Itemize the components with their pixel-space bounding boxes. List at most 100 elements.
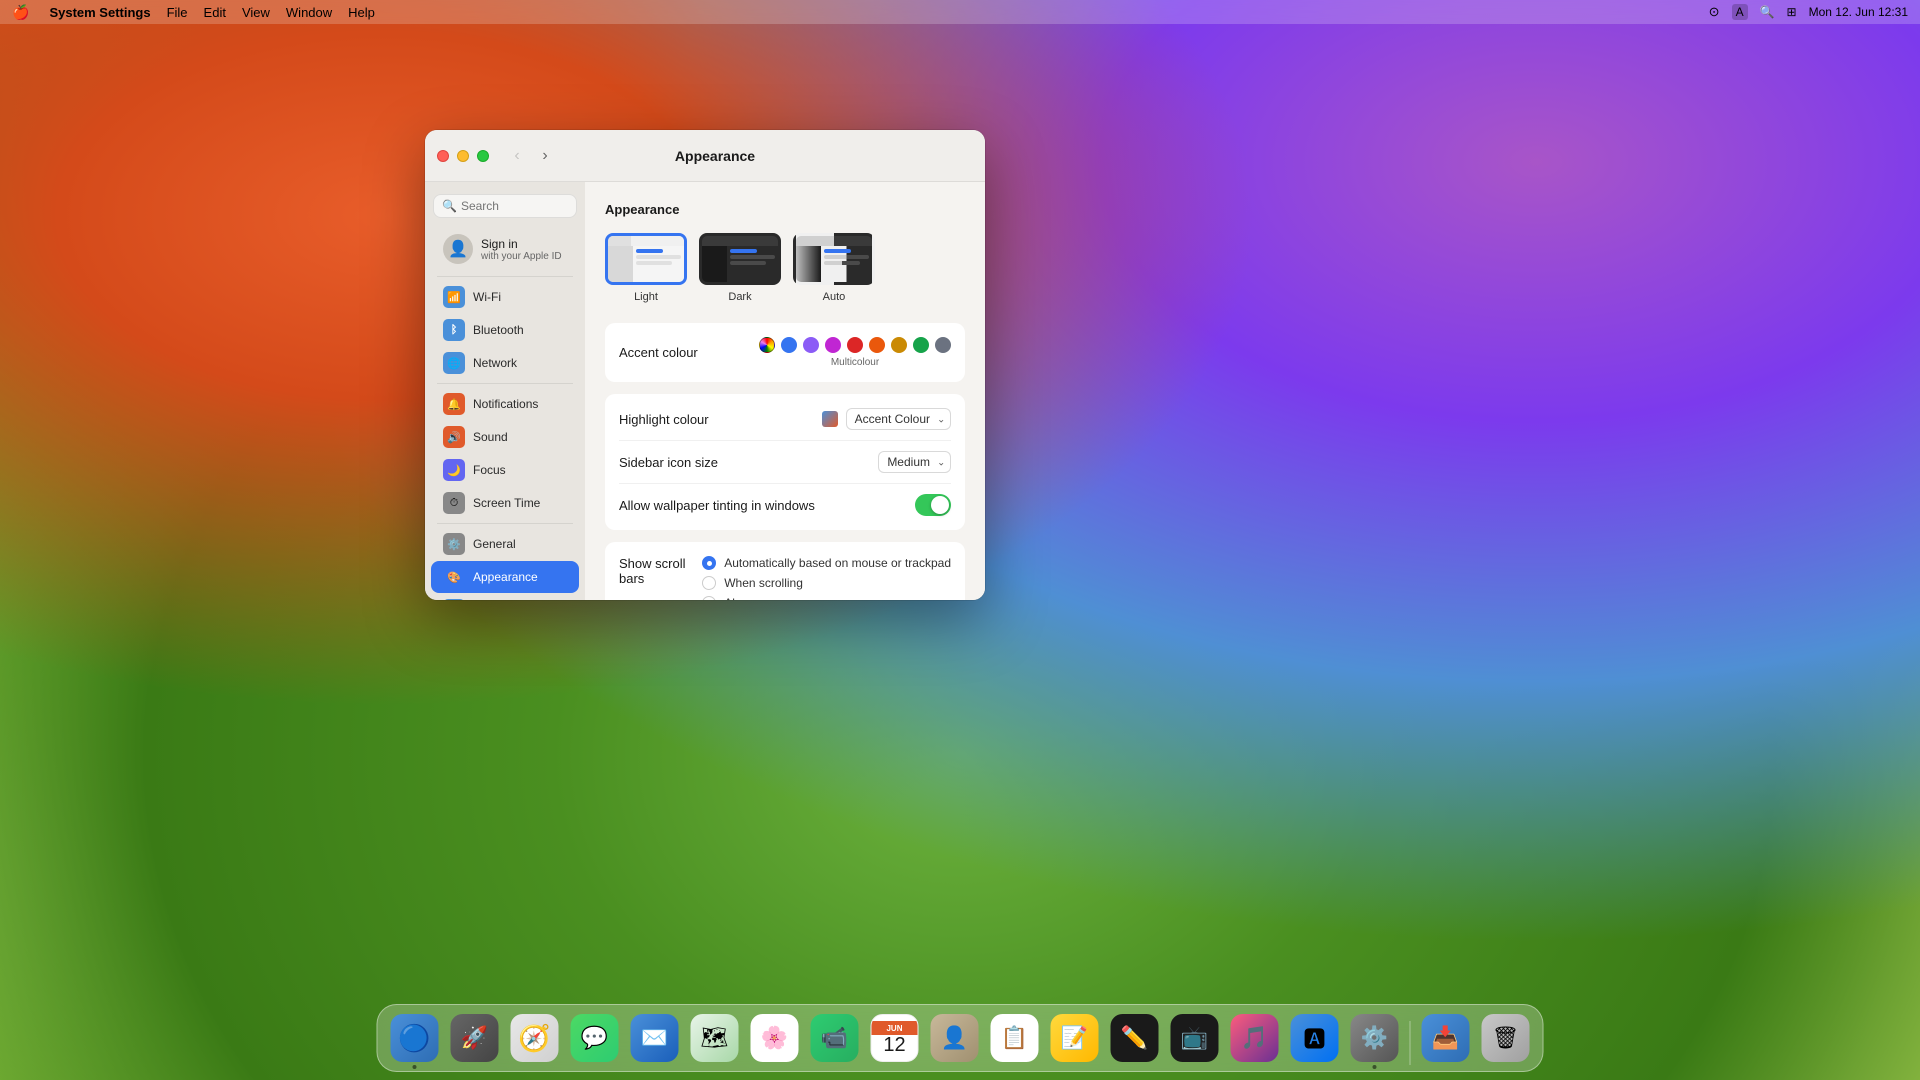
dock-item-calendar[interactable]: JUN 12 (868, 1011, 922, 1065)
light-mode-preview (605, 233, 687, 285)
dock-item-facetime[interactable]: 📹 (808, 1011, 862, 1065)
window-title: Appearance (557, 148, 873, 164)
dock-item-safari[interactable]: 🧭 (508, 1011, 562, 1065)
sidebar-item-general[interactable]: ⚙️ General (431, 528, 579, 560)
bluetooth-icon: ᛒ (443, 319, 465, 341)
dock-item-maps[interactable]: 🗺 (688, 1011, 742, 1065)
minimize-button[interactable] (457, 150, 469, 162)
scrollbars-row: Show scroll bars Automatically based on … (619, 546, 951, 600)
menu-view[interactable]: View (242, 5, 270, 20)
apple-menu[interactable]: 🍎 (12, 4, 29, 21)
color-purple[interactable] (803, 337, 819, 353)
accent-colour-label: Accent colour (619, 345, 759, 360)
dock-item-trash[interactable]: 🗑 (1479, 1011, 1533, 1065)
auto-mode-label: Auto (823, 291, 846, 303)
highlight-colour-row: Highlight colour Accent Colour (619, 398, 951, 441)
auto-mode-preview (793, 233, 875, 285)
sidebar-item-bluetooth[interactable]: ᛒ Bluetooth (431, 314, 579, 346)
forward-button[interactable]: › (533, 144, 557, 168)
window-body: 🔍 👤 Sign in with your Apple ID 📶 Wi-Fi (425, 182, 985, 600)
color-red[interactable] (847, 337, 863, 353)
dock-item-launchpad[interactable]: 🚀 (448, 1011, 502, 1065)
menu-file[interactable]: File (167, 5, 188, 20)
menubar-icon-1[interactable]: ⊙ (1709, 4, 1720, 20)
dock-item-contacts[interactable]: 👤 (928, 1011, 982, 1065)
dark-mode-label: Dark (728, 291, 751, 303)
dock-item-reminders[interactable]: 📋 (988, 1011, 1042, 1065)
highlight-colour-select[interactable]: Accent Colour (846, 408, 951, 430)
color-dots (759, 337, 951, 353)
menubar-search-icon[interactable]: 🔍 (1760, 5, 1775, 19)
color-green[interactable] (913, 337, 929, 353)
sidebar-icon-size-value: Medium (878, 451, 951, 473)
maximize-button[interactable] (477, 150, 489, 162)
color-blue[interactable] (781, 337, 797, 353)
sidebar-item-screentime[interactable]: ⏱ Screen Time (431, 487, 579, 519)
focus-icon: 🌙 (443, 459, 465, 481)
dock-divider (1410, 1021, 1411, 1065)
sidebar-item-notifications[interactable]: 🔔 Notifications (431, 388, 579, 420)
close-button[interactable] (437, 150, 449, 162)
menu-help[interactable]: Help (348, 5, 375, 20)
color-orange[interactable] (869, 337, 885, 353)
finder-dot (413, 1065, 417, 1069)
sidebar-item-sound[interactable]: 🔊 Sound (431, 421, 579, 453)
light-mode-card[interactable]: Light (605, 233, 687, 303)
scrollbars-group: Show scroll bars Automatically based on … (605, 542, 965, 600)
menu-edit[interactable]: Edit (204, 5, 226, 20)
sidebar-account[interactable]: 👤 Sign in with your Apple ID (431, 226, 579, 272)
sidebar-item-wifi[interactable]: 📶 Wi-Fi (431, 281, 579, 313)
dock-item-music[interactable]: 🎵 (1228, 1011, 1282, 1065)
color-pink[interactable] (825, 337, 841, 353)
color-yellow[interactable] (891, 337, 907, 353)
screentime-icon: ⏱ (443, 492, 465, 514)
sidebar-item-focus[interactable]: 🌙 Focus (431, 454, 579, 486)
dock-item-mail[interactable]: ✉️ (628, 1011, 682, 1065)
menubar-controlcenter-icon[interactable]: ⊞ (1787, 5, 1797, 19)
color-multicolor[interactable] (759, 337, 775, 353)
app-name[interactable]: System Settings (49, 5, 150, 20)
wallpaper-tinting-value (915, 494, 951, 516)
appearance-section-title: Appearance (605, 202, 965, 217)
scrollbars-auto-label: Automatically based on mouse or trackpad (724, 556, 951, 570)
nav-buttons: ‹ › (505, 144, 557, 168)
search-bar[interactable]: 🔍 (433, 194, 577, 218)
scrollbars-scrolling-label: When scrolling (724, 576, 803, 590)
dock-item-notes[interactable]: 📝 (1048, 1011, 1102, 1065)
scrollbars-scrolling[interactable]: When scrolling (702, 576, 951, 590)
dock-item-finder[interactable]: 🔵 (388, 1011, 442, 1065)
wallpaper-tinting-label: Allow wallpaper tinting in windows (619, 498, 915, 513)
sidebar: 🔍 👤 Sign in with your Apple ID 📶 Wi-Fi (425, 182, 585, 600)
back-button[interactable]: ‹ (505, 144, 529, 168)
dock-item-freeform[interactable]: ✏️ (1108, 1011, 1162, 1065)
accent-colour-value: Multicolour (759, 337, 951, 368)
scrollbars-auto[interactable]: Automatically based on mouse or trackpad (702, 556, 951, 570)
sidebar-icon-size-select[interactable]: Medium (878, 451, 951, 473)
dock-item-appletv[interactable]: 📺 (1168, 1011, 1222, 1065)
appearance-icon: 🎨 (443, 566, 465, 588)
scrollbars-always[interactable]: Always (702, 596, 951, 600)
menubar-icon-a[interactable]: A (1732, 4, 1748, 20)
accent-colour-group: Accent colour (605, 323, 965, 382)
sidebar-item-accessibility[interactable]: ♿ Accessibility (431, 594, 579, 600)
auto-mode-card[interactable]: Auto (793, 233, 875, 303)
menu-window[interactable]: Window (286, 5, 332, 20)
wallpaper-tinting-toggle[interactable] (915, 494, 951, 516)
dock-item-yoink[interactable]: 📥 (1419, 1011, 1473, 1065)
search-input[interactable] (461, 199, 568, 213)
dock-item-sysprefs[interactable]: ⚙️ (1348, 1011, 1402, 1065)
dock-item-appstore[interactable]: 🅰 (1288, 1011, 1342, 1065)
scrollbars-scrolling-radio (702, 576, 716, 590)
sound-icon: 🔊 (443, 426, 465, 448)
color-graphite[interactable] (935, 337, 951, 353)
sidebar-item-appearance[interactable]: 🎨 Appearance (431, 561, 579, 593)
highlight-colour-value: Accent Colour (822, 408, 951, 430)
dock-item-messages[interactable]: 💬 (568, 1011, 622, 1065)
dock-item-photos[interactable]: 🌸 (748, 1011, 802, 1065)
highlight-colour-preview (822, 411, 838, 427)
scrollbars-always-label: Always (724, 596, 762, 600)
dark-mode-card[interactable]: Dark (699, 233, 781, 303)
sidebar-divider-2 (437, 383, 573, 384)
multicolor-label: Multicolour (759, 357, 951, 368)
sidebar-item-network[interactable]: 🌐 Network (431, 347, 579, 379)
